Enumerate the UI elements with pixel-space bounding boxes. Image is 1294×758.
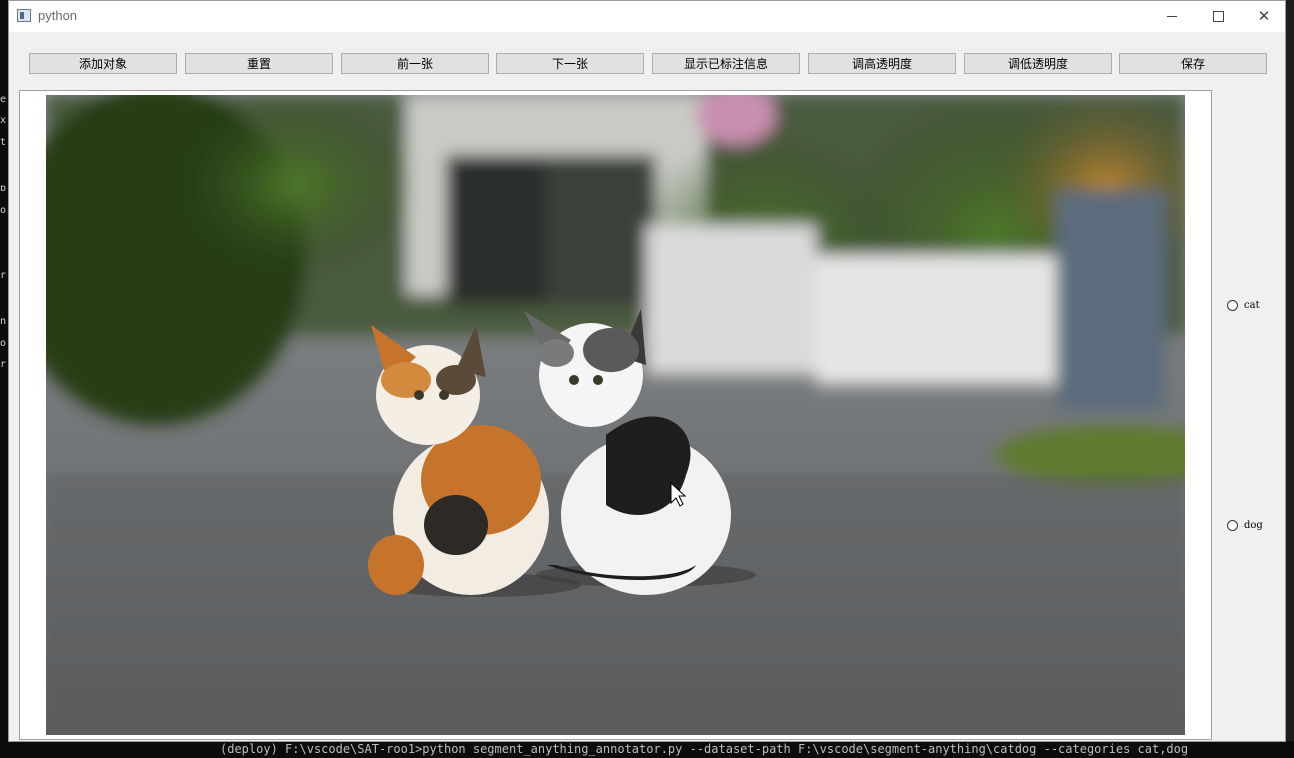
minimize-button[interactable]	[1149, 1, 1195, 32]
image-canvas-panel[interactable]	[19, 90, 1212, 740]
close-button[interactable]: ✕	[1241, 1, 1287, 32]
next-image-button[interactable]: 下一张	[496, 53, 644, 74]
maximize-button[interactable]	[1195, 1, 1241, 32]
increase-opacity-button[interactable]: 调高透明度	[808, 53, 956, 74]
background-terminal-line: (deploy) F:\vscode\SAT-roo1>python segme…	[0, 741, 1294, 758]
show-annotations-button[interactable]: 显示已标注信息	[652, 53, 800, 74]
add-object-button[interactable]: 添加对象	[29, 53, 177, 74]
radio-circle-icon[interactable]	[1227, 299, 1238, 311]
window-title: python	[38, 8, 78, 23]
save-button[interactable]: 保存	[1119, 53, 1267, 74]
minimize-icon	[1167, 16, 1177, 17]
category-radio-cat[interactable]: cat	[1227, 297, 1287, 313]
radio-circle-icon[interactable]	[1227, 519, 1238, 531]
terminal-command: (deploy) F:\vscode\SAT-roo1>python segme…	[220, 742, 1189, 756]
close-icon: ✕	[1257, 7, 1271, 25]
previous-image-button[interactable]: 前一张	[341, 53, 489, 74]
maximize-icon	[1212, 11, 1224, 22]
reset-button[interactable]: 重置	[185, 53, 333, 74]
annotation-image[interactable]	[46, 95, 1185, 735]
background-terminal-edge: ext por nor	[0, 0, 8, 758]
kittens-photo	[46, 95, 1185, 735]
category-label: dog	[1244, 519, 1263, 531]
category-radio-dog[interactable]: dog	[1227, 517, 1287, 533]
app-window: python ✕ 添加对象 重置 前一张 下一张 显示已标注信息 调高透明度 调…	[8, 0, 1286, 742]
title-bar[interactable]: python ✕	[9, 1, 1285, 32]
app-icon	[17, 9, 31, 22]
category-label: cat	[1244, 299, 1260, 311]
decrease-opacity-button[interactable]: 调低透明度	[964, 53, 1112, 74]
